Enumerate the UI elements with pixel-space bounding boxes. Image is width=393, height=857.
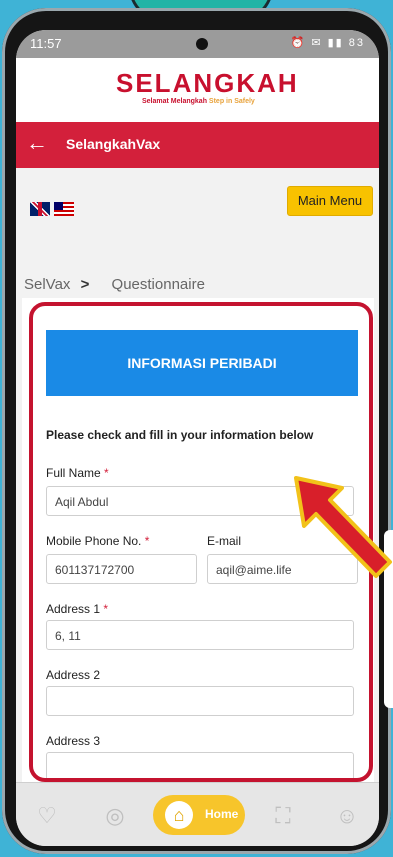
chevron-right-icon: > (80, 276, 90, 293)
main-menu-button[interactable]: Main Menu (287, 186, 373, 216)
home-button[interactable]: ⌂ Home (153, 795, 245, 835)
people-icon[interactable]: ☺ (332, 801, 362, 831)
app-logo: SELANGKAH (116, 68, 299, 98)
phone-frame: 11:57 ⏰ ✉ ▮▮ 83 SELANGKAH Selamat Melang… (2, 8, 391, 854)
english-flag-icon[interactable] (30, 201, 50, 216)
globe-icon[interactable]: ◎ (100, 801, 130, 831)
back-arrow-icon[interactable]: ← (26, 130, 48, 156)
pointer-arrow-icon (294, 476, 392, 578)
status-icons: ⏰ ✉ ▮▮ 83 (290, 37, 365, 49)
bottom-nav: ♡ ◎ ⌂ Home ⛶ ☺ (16, 782, 379, 846)
phone-screen: 11:57 ⏰ ✉ ▮▮ 83 SELANGKAH Selamat Melang… (16, 30, 379, 846)
language-switcher (30, 200, 78, 218)
logo-tagline: Selamat Melangkah Step in Safely (142, 98, 255, 105)
logo-tagline-ms: Selamat Melangkah (142, 98, 207, 105)
malaysia-flag-icon[interactable] (54, 201, 74, 216)
logo-header: SELANGKAH Selamat Melangkah Step in Safe… (16, 58, 379, 122)
status-bar: 11:57 ⏰ ✉ ▮▮ 83 (16, 30, 379, 58)
home-icon: ⌂ (165, 801, 193, 829)
heart-icon[interactable]: ♡ (32, 801, 62, 831)
logo-tagline-en: Step in Safely (208, 98, 255, 105)
status-time: 11:57 (30, 36, 62, 51)
app-bar: ← SelangkahVax (16, 122, 379, 168)
app-title: SelangkahVax (66, 136, 161, 152)
breadcrumb-current: Questionnaire (111, 276, 205, 293)
breadcrumb-root[interactable]: SelVax (24, 276, 70, 293)
scan-icon[interactable]: ⛶ (268, 801, 298, 831)
breadcrumb: SelVax > Questionnaire (24, 276, 205, 293)
home-label: Home (205, 807, 239, 821)
camera-icon (196, 38, 208, 50)
